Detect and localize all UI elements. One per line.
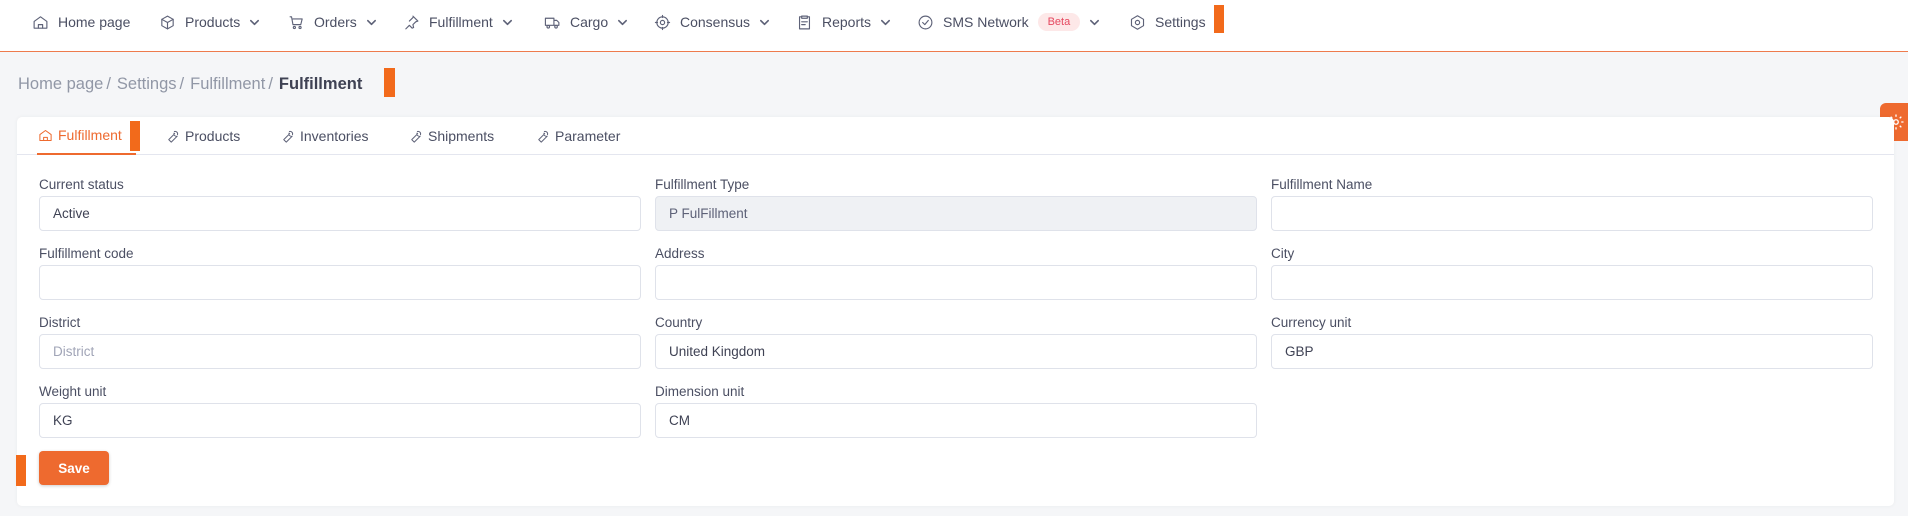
nav-home[interactable]: Home page bbox=[32, 0, 130, 44]
nav-products[interactable]: Products bbox=[159, 0, 260, 44]
nav-sms-network-label: SMS Network bbox=[943, 14, 1029, 30]
fulfillment-type-field[interactable] bbox=[655, 196, 1257, 231]
fulfillment-name-field[interactable] bbox=[1271, 196, 1873, 231]
nav-reports-label: Reports bbox=[822, 14, 872, 30]
country-field[interactable] bbox=[655, 334, 1257, 369]
breadcrumb-separator: / bbox=[268, 74, 273, 93]
breadcrumb-current: Fulfillment bbox=[278, 74, 363, 93]
wrench-icon bbox=[538, 130, 549, 143]
dimension-unit-label: Dimension unit bbox=[655, 384, 745, 399]
breadcrumb: Home page / Settings / Fulfillment / Fulfil… bbox=[18, 72, 362, 96]
cart-icon bbox=[289, 15, 303, 29]
weight-unit-field[interactable] bbox=[39, 403, 641, 438]
box-icon bbox=[161, 15, 174, 29]
breadcrumb-separator: / bbox=[106, 74, 111, 93]
breadcrumb-settings[interactable]: Settings bbox=[117, 75, 177, 94]
country-label: Country bbox=[655, 315, 703, 330]
tab-products[interactable]: Products bbox=[165, 117, 240, 155]
tab-parameter[interactable]: Parameter bbox=[535, 117, 620, 155]
truck-icon bbox=[544, 17, 560, 29]
address-label: Address bbox=[655, 246, 705, 261]
tab-shipments[interactable]: Shipments bbox=[408, 117, 494, 155]
tab-inventories[interactable]: Inventories bbox=[280, 117, 368, 155]
chevron-down-icon bbox=[618, 19, 628, 25]
nav-products-label: Products bbox=[185, 14, 241, 30]
chevron-down-icon bbox=[881, 19, 891, 25]
nav-sms-network[interactable]: SMS Network Beta bbox=[917, 0, 1100, 44]
nav-consensus[interactable]: Consensus bbox=[654, 0, 770, 44]
wrench-icon bbox=[168, 130, 179, 143]
currency-unit-label: Currency unit bbox=[1271, 315, 1352, 330]
nav-home-label: Home page bbox=[58, 14, 131, 30]
tab-label: Fulfillment bbox=[58, 127, 122, 143]
district-label: District bbox=[39, 315, 81, 330]
tab-label: Products bbox=[185, 128, 241, 144]
target-icon bbox=[654, 14, 671, 30]
city-field[interactable] bbox=[1271, 265, 1873, 300]
chevron-down-icon bbox=[250, 19, 260, 25]
nav-fulfillment[interactable]: Fulfillment bbox=[403, 0, 513, 44]
nav-fulfillment-label: Fulfillment bbox=[429, 14, 493, 30]
tab-bar: Fulfillment Products Inventories Shipmen… bbox=[17, 117, 1894, 155]
highlight-marker bbox=[384, 68, 395, 97]
tab-label: Inventories bbox=[300, 128, 369, 144]
nav-settings[interactable]: Settings bbox=[1129, 0, 1206, 44]
breadcrumb-home[interactable]: Home page bbox=[18, 75, 103, 94]
address-field[interactable] bbox=[655, 265, 1257, 300]
pin-icon bbox=[405, 15, 419, 29]
current-status-label: Current status bbox=[39, 177, 124, 192]
home-icon bbox=[39, 129, 52, 141]
highlight-marker bbox=[1214, 5, 1224, 33]
fulfillment-type-label: Fulfillment Type bbox=[655, 177, 750, 192]
district-field[interactable] bbox=[39, 334, 641, 369]
breadcrumb-fulfillment[interactable]: Fulfillment bbox=[190, 75, 265, 94]
wrench-icon bbox=[411, 130, 422, 143]
current-status-field[interactable] bbox=[39, 196, 641, 231]
tab-label: Parameter bbox=[555, 128, 621, 144]
check-circle-icon bbox=[918, 15, 933, 29]
city-label: City bbox=[1271, 246, 1295, 261]
weight-unit-label: Weight unit bbox=[39, 384, 107, 399]
dimension-unit-field[interactable] bbox=[655, 403, 1257, 438]
nav-cargo[interactable]: Cargo bbox=[544, 0, 628, 44]
nav-consensus-label: Consensus bbox=[680, 14, 751, 30]
chevron-down-icon bbox=[1090, 19, 1100, 25]
nav-settings-label: Settings bbox=[1155, 14, 1206, 30]
nav-orders[interactable]: Orders bbox=[288, 0, 377, 44]
clipboard-icon bbox=[798, 15, 811, 29]
home-icon bbox=[33, 15, 48, 29]
currency-unit-field[interactable] bbox=[1271, 334, 1873, 369]
tab-label: Shipments bbox=[428, 128, 495, 144]
breadcrumb-separator: / bbox=[179, 74, 185, 93]
tab-fulfillment[interactable]: Fulfillment bbox=[37, 117, 136, 155]
nav-cargo-label: Cargo bbox=[570, 14, 609, 30]
fulfillment-card: Fulfillment Products Inventories Shipmen… bbox=[17, 117, 1894, 506]
chevron-down-icon bbox=[760, 19, 770, 25]
chevron-down-icon bbox=[502, 19, 512, 25]
fulfillment-name-label: Fulfillment Name bbox=[1271, 177, 1373, 192]
chevron-down-icon bbox=[366, 19, 376, 25]
fulfillment-code-label: Fulfillment code bbox=[39, 246, 134, 261]
top-navigation: Home page Products Orders Fulfillment Ca… bbox=[0, 0, 1908, 52]
settings-hexagon-icon bbox=[1130, 14, 1145, 30]
fulfillment-code-field[interactable] bbox=[39, 265, 641, 300]
nav-reports[interactable]: Reports bbox=[796, 0, 891, 44]
wrench-icon bbox=[283, 130, 294, 143]
nav-orders-label: Orders bbox=[314, 14, 357, 30]
beta-badge: Beta bbox=[1037, 13, 1081, 31]
highlight-marker bbox=[130, 121, 140, 151]
save-button[interactable]: Save bbox=[39, 451, 109, 485]
highlight-marker bbox=[16, 455, 26, 486]
